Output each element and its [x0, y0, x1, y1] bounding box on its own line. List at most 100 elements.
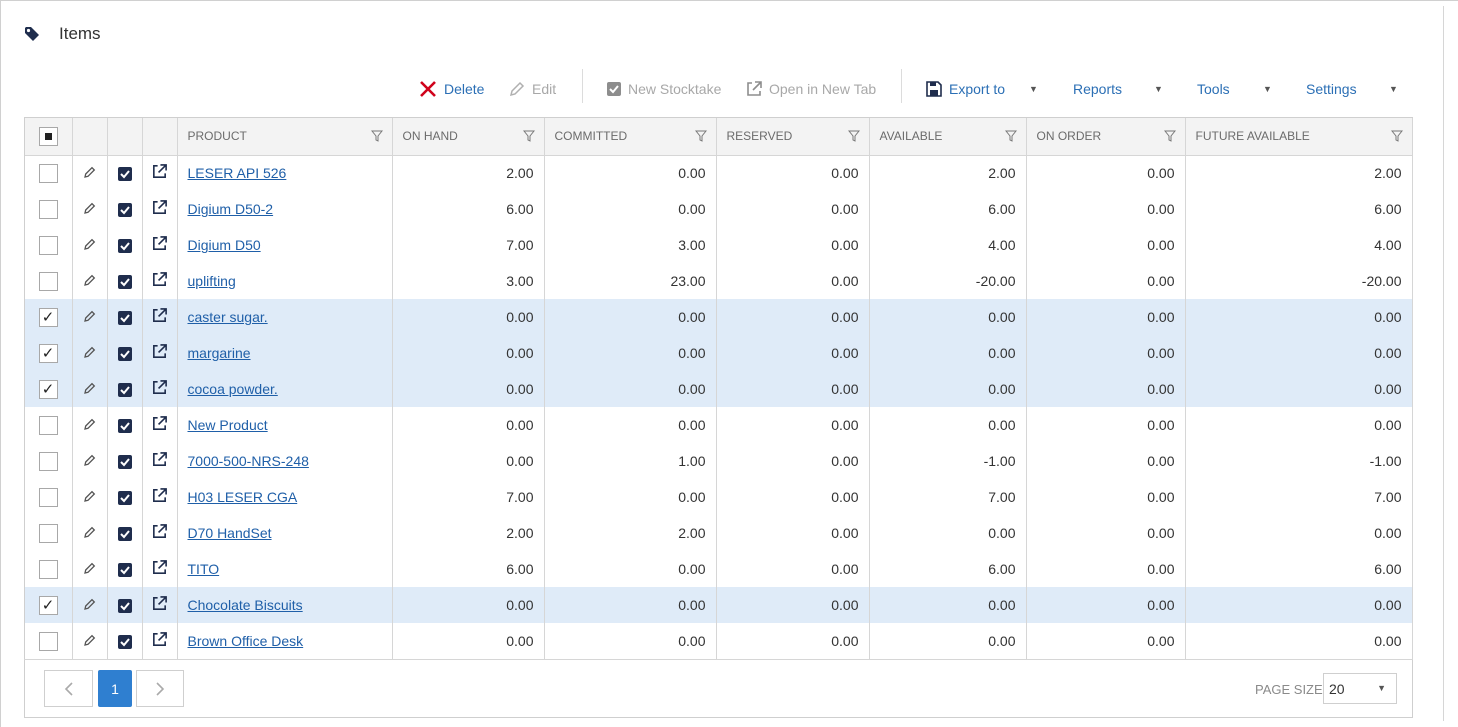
- new-stocktake-button[interactable]: New Stocktake: [606, 76, 721, 102]
- table-row[interactable]: TITO 6.00 0.00 0.00 6.00 0.00 6.00: [25, 551, 1413, 587]
- product-link[interactable]: H03 LESER CGA: [188, 489, 298, 505]
- export-to-button[interactable]: Export to: [925, 76, 1005, 102]
- row-select-checkbox[interactable]: [38, 271, 58, 291]
- product-link[interactable]: LESER API 526: [188, 165, 287, 181]
- open-new-tab-button[interactable]: Open in New Tab: [745, 76, 876, 102]
- checked-box-icon[interactable]: [117, 491, 132, 506]
- pencil-icon[interactable]: [83, 633, 97, 647]
- product-link[interactable]: Chocolate Biscuits: [188, 597, 303, 613]
- next-page-button[interactable]: [136, 670, 184, 707]
- pencil-icon[interactable]: [83, 561, 97, 575]
- settings-button[interactable]: Settings: [1300, 76, 1357, 102]
- tools-dropdown-icon[interactable]: ▼: [1263, 76, 1272, 102]
- checked-box-icon[interactable]: [117, 563, 132, 578]
- external-link-icon[interactable]: [151, 271, 168, 288]
- row-select-checkbox[interactable]: [38, 163, 58, 183]
- tools-button[interactable]: Tools: [1191, 76, 1230, 102]
- checked-box-icon[interactable]: [117, 203, 132, 218]
- table-row[interactable]: ✓ cocoa powder. 0.00 0.00 0.00 0.00 0.00 0.00: [25, 371, 1413, 407]
- pencil-icon[interactable]: [83, 345, 97, 359]
- column-header-future-available[interactable]: FUTURE AVAILABLE: [1185, 118, 1413, 156]
- pencil-icon[interactable]: [83, 597, 97, 611]
- external-link-icon[interactable]: [151, 559, 168, 576]
- filter-icon[interactable]: [1390, 130, 1403, 142]
- product-link[interactable]: D70 HandSet: [188, 525, 272, 541]
- external-link-icon[interactable]: [151, 595, 168, 612]
- table-row[interactable]: D70 HandSet 2.00 2.00 0.00 0.00 0.00 0.00: [25, 515, 1413, 551]
- external-link-icon[interactable]: [151, 163, 168, 180]
- table-row[interactable]: LESER API 526 2.00 0.00 0.00 2.00 0.00 2.00: [25, 155, 1413, 191]
- settings-dropdown-icon[interactable]: ▼: [1389, 76, 1398, 102]
- checked-box-icon[interactable]: [117, 527, 132, 542]
- external-link-icon[interactable]: [151, 631, 168, 648]
- filter-icon[interactable]: [847, 130, 860, 142]
- table-row[interactable]: H03 LESER CGA 7.00 0.00 0.00 7.00 0.00 7.00: [25, 479, 1413, 515]
- pencil-icon[interactable]: [83, 381, 97, 395]
- row-select-checkbox[interactable]: [38, 631, 58, 651]
- row-select-checkbox[interactable]: ✓: [38, 307, 58, 327]
- delete-button[interactable]: Delete: [418, 76, 484, 102]
- pencil-icon[interactable]: [83, 489, 97, 503]
- pencil-icon[interactable]: [83, 237, 97, 251]
- product-link[interactable]: uplifting: [188, 273, 236, 289]
- product-link[interactable]: 7000-500-NRS-248: [188, 453, 309, 469]
- filter-icon[interactable]: [370, 130, 383, 142]
- filter-icon[interactable]: [1163, 130, 1176, 142]
- pencil-icon[interactable]: [83, 273, 97, 287]
- external-link-icon[interactable]: [151, 235, 168, 252]
- filter-icon[interactable]: [522, 130, 535, 142]
- column-header-on-order[interactable]: ON ORDER: [1026, 118, 1186, 156]
- row-select-checkbox[interactable]: [38, 415, 58, 435]
- reports-dropdown-icon[interactable]: ▼: [1154, 76, 1163, 102]
- product-link[interactable]: Digium D50-2: [188, 201, 274, 217]
- external-link-icon[interactable]: [151, 343, 168, 360]
- checked-box-icon[interactable]: [117, 347, 132, 362]
- checked-box-icon[interactable]: [117, 419, 132, 434]
- product-link[interactable]: cocoa powder.: [188, 381, 278, 397]
- pencil-icon[interactable]: [83, 417, 97, 431]
- product-link[interactable]: Digium D50: [188, 237, 261, 253]
- pencil-icon[interactable]: [83, 165, 97, 179]
- product-link[interactable]: caster sugar.: [188, 309, 268, 325]
- external-link-icon[interactable]: [151, 379, 168, 396]
- checked-box-icon[interactable]: [117, 167, 132, 182]
- edit-button[interactable]: Edit: [508, 76, 556, 102]
- export-dropdown-icon[interactable]: ▼: [1029, 76, 1038, 102]
- reports-button[interactable]: Reports: [1067, 76, 1122, 102]
- checked-box-icon[interactable]: [117, 635, 132, 650]
- table-row[interactable]: Brown Office Desk 0.00 0.00 0.00 0.00 0.00 0.0…: [25, 623, 1413, 659]
- column-header-available[interactable]: AVAILABLE: [869, 118, 1027, 156]
- pencil-icon[interactable]: [83, 525, 97, 539]
- row-select-checkbox[interactable]: [38, 451, 58, 471]
- checked-box-icon[interactable]: [117, 275, 132, 290]
- checked-box-icon[interactable]: [117, 311, 132, 326]
- external-link-icon[interactable]: [151, 307, 168, 324]
- row-select-checkbox[interactable]: ✓: [38, 595, 58, 615]
- row-select-checkbox[interactable]: [38, 487, 58, 507]
- table-row[interactable]: ✓ caster sugar. 0.00 0.00 0.00 0.00 0.00 0.00: [25, 299, 1413, 335]
- external-link-icon[interactable]: [151, 523, 168, 540]
- select-all-checkbox[interactable]: [38, 126, 58, 146]
- external-link-icon[interactable]: [151, 451, 168, 468]
- product-link[interactable]: New Product: [188, 417, 268, 433]
- product-link[interactable]: margarine: [188, 345, 251, 361]
- filter-icon[interactable]: [1004, 130, 1017, 142]
- checked-box-icon[interactable]: [117, 455, 132, 470]
- column-header-reserved[interactable]: RESERVED: [716, 118, 870, 156]
- table-row[interactable]: Digium D50-2 6.00 0.00 0.00 6.00 0.00 6.00: [25, 191, 1413, 227]
- checked-box-icon[interactable]: [117, 239, 132, 254]
- prev-page-button[interactable]: [44, 670, 93, 707]
- pencil-icon[interactable]: [83, 453, 97, 467]
- pencil-icon[interactable]: [83, 201, 97, 215]
- external-link-icon[interactable]: [151, 415, 168, 432]
- checked-box-icon[interactable]: [117, 599, 132, 614]
- row-select-checkbox[interactable]: [38, 559, 58, 579]
- column-header-on-hand[interactable]: ON HAND: [392, 118, 545, 156]
- row-select-checkbox[interactable]: ✓: [38, 379, 58, 399]
- row-select-checkbox[interactable]: ✓: [38, 343, 58, 363]
- product-link[interactable]: Brown Office Desk: [188, 633, 304, 649]
- external-link-icon[interactable]: [151, 487, 168, 504]
- page-number-button[interactable]: 1: [98, 670, 132, 707]
- table-row[interactable]: uplifting 3.00 23.00 0.00 -20.00 0.00 -20.00: [25, 263, 1413, 299]
- page-size-select[interactable]: 20 ▼: [1323, 673, 1397, 704]
